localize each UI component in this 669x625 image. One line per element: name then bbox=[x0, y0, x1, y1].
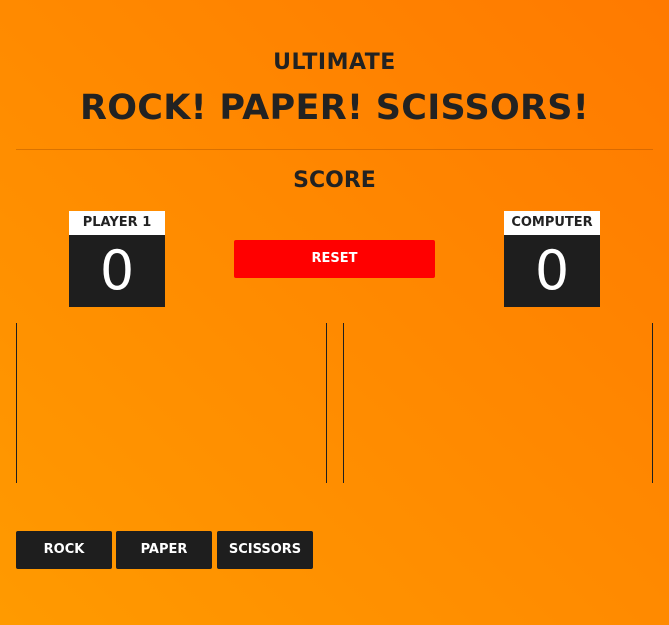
computer-score-value: 0 bbox=[504, 235, 600, 307]
header-divider bbox=[16, 149, 653, 150]
paper-button[interactable]: PAPER bbox=[116, 531, 212, 569]
player-scorebox: PLAYER 1 0 bbox=[69, 211, 165, 307]
game-title: ROCK! PAPER! SCISSORS! bbox=[79, 88, 590, 128]
rock-button[interactable]: ROCK bbox=[16, 531, 112, 569]
scissors-button[interactable]: SCISSORS bbox=[217, 531, 313, 569]
player-score-value: 0 bbox=[69, 235, 165, 307]
player-choice-panel bbox=[16, 323, 327, 483]
score-heading: SCORE bbox=[293, 168, 376, 193]
game-subtitle: ULTIMATE bbox=[273, 50, 396, 75]
player-score-label: PLAYER 1 bbox=[69, 211, 165, 235]
reset-button[interactable]: RESET bbox=[234, 240, 435, 278]
computer-scorebox: COMPUTER 0 bbox=[504, 211, 600, 307]
computer-score-label: COMPUTER bbox=[504, 211, 600, 235]
computer-choice-panel bbox=[343, 323, 653, 483]
